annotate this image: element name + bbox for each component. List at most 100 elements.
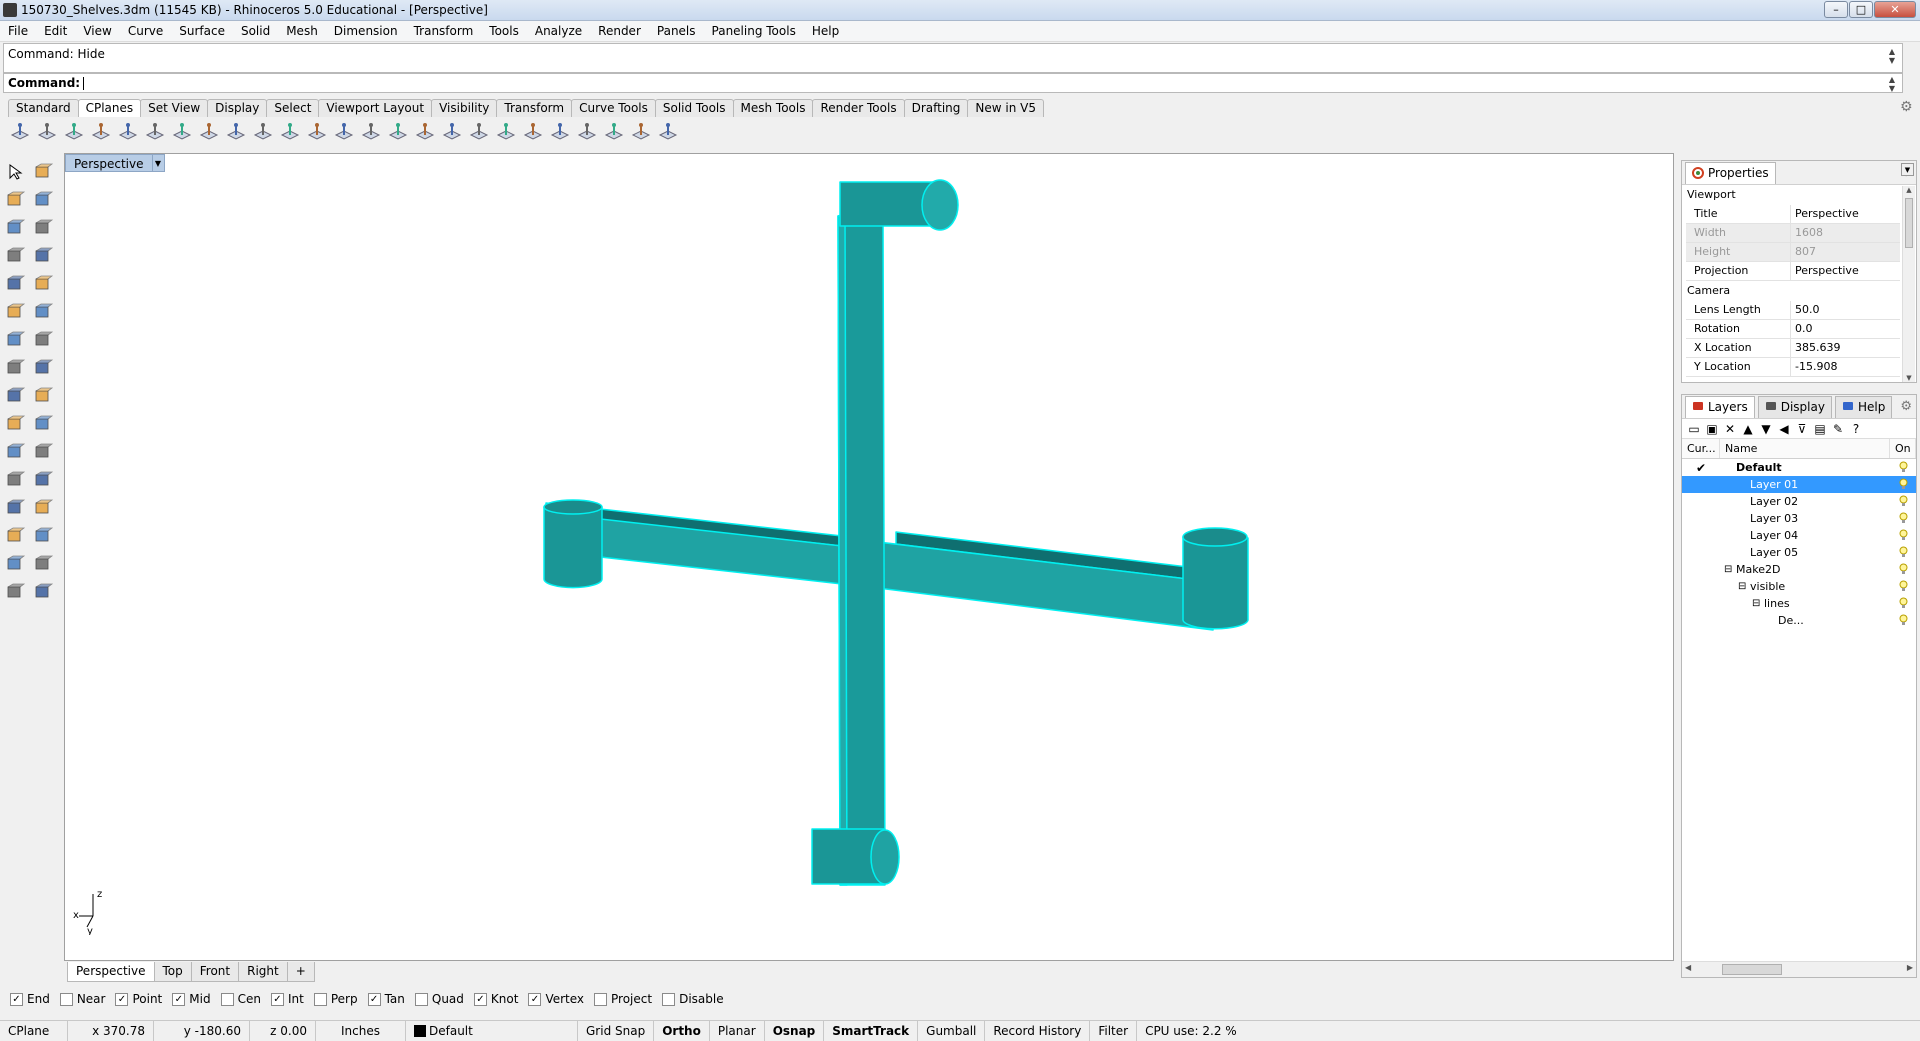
explode-icon[interactable] [3, 384, 27, 408]
cplane-sphere-icon[interactable] [62, 119, 86, 143]
model-geometry[interactable] [65, 154, 1674, 961]
osnap-near[interactable]: Near [59, 992, 105, 1006]
viewport-menu-arrow-icon[interactable]: ▼ [152, 154, 165, 172]
cplane-object-icon[interactable] [89, 119, 113, 143]
cplane-origin-icon[interactable] [35, 119, 59, 143]
ortho-toggle[interactable]: Ortho [654, 1020, 710, 1041]
perspective-viewport[interactable]: Perspective ▼ z x y [64, 153, 1674, 961]
cplane-perpendicular-icon[interactable] [224, 119, 248, 143]
menu-view[interactable]: View [75, 21, 119, 42]
panel-tab-layers[interactable]: Layers [1685, 395, 1755, 418]
cplane-x-axis-icon[interactable] [170, 119, 194, 143]
line-icon[interactable] [31, 188, 55, 212]
lightbulb-icon[interactable] [1899, 495, 1908, 510]
cplane-render-icon[interactable] [656, 119, 680, 143]
osnap-project-checkbox[interactable] [594, 992, 608, 1006]
projection-dropdown-icon[interactable]: ▼ [1901, 163, 1914, 176]
osnap-cen-checkbox[interactable] [220, 992, 234, 1006]
osnap-mid-checkbox[interactable]: ✓ [172, 992, 186, 1006]
scroll-down-icon[interactable]: ▼ [1903, 374, 1915, 382]
layer-row[interactable]: De... [1682, 612, 1916, 629]
osnap-int[interactable]: ✓ Int [270, 992, 304, 1006]
layer-row[interactable]: Layer 05 [1682, 544, 1916, 561]
gumball-toggle[interactable]: Gumball [918, 1020, 986, 1041]
units-indicator[interactable]: Inches [316, 1020, 406, 1041]
scroll-left-icon[interactable]: ◀ [1685, 963, 1691, 972]
lightbulb-icon[interactable] [1899, 512, 1908, 527]
menu-help[interactable]: Help [804, 21, 847, 42]
lightbulb-icon[interactable] [1899, 614, 1908, 629]
layer-name[interactable]: Layer 02 [1750, 495, 1798, 508]
extrude-icon[interactable] [31, 356, 55, 380]
cplane-save-icon[interactable] [386, 119, 410, 143]
left-cylinder-top[interactable] [543, 499, 603, 515]
polyline-icon[interactable] [3, 188, 27, 212]
filter-toggle[interactable]: Filter [1090, 1020, 1138, 1041]
history-scroll-arrows[interactable]: ▲ ▼ [1885, 47, 1899, 65]
tab-standard[interactable]: Standard [8, 99, 79, 117]
minimize-button[interactable]: – [1824, 1, 1848, 18]
split-icon[interactable] [31, 412, 55, 436]
menu-paneling-tools[interactable]: Paneling Tools [704, 21, 804, 42]
viewport-name[interactable]: Perspective [65, 154, 153, 172]
gumball-icon[interactable] [31, 524, 55, 548]
osnap-disable-checkbox[interactable] [662, 992, 676, 1006]
tab-curve-tools[interactable]: Curve Tools [571, 99, 656, 117]
close-button[interactable]: ✕ [1874, 1, 1916, 18]
move-up-icon[interactable]: ▲ [1741, 422, 1755, 436]
layer-expander-icon[interactable]: ⊟ [1738, 581, 1750, 592]
new-sublayer-icon[interactable]: ▣ [1705, 422, 1719, 436]
help-icon[interactable]: ? [1849, 422, 1863, 436]
current-layer-indicator[interactable]: Default [406, 1020, 578, 1041]
tab-drafting[interactable]: Drafting [903, 99, 969, 117]
osnap-disable[interactable]: Disable [662, 992, 724, 1006]
layer-name[interactable]: Layer 04 [1750, 529, 1798, 542]
layer-row[interactable]: ⊟ visible [1682, 578, 1916, 595]
layer-state-icon[interactable]: ▤ [1813, 422, 1827, 436]
properties-scrollbar[interactable]: ▲ ▼ [1902, 186, 1915, 382]
col-current[interactable]: Cur... [1682, 439, 1720, 458]
osnap-quad[interactable]: Quad [414, 992, 464, 1006]
menu-solid[interactable]: Solid [233, 21, 278, 42]
toolbar-gear-icon[interactable]: ⚙ [1900, 99, 1913, 115]
move-icon[interactable] [3, 412, 27, 436]
array-grid-icon[interactable] [3, 524, 27, 548]
properties-tab[interactable]: Properties [1685, 161, 1776, 184]
property-projection-value[interactable]: Perspective [1791, 262, 1900, 280]
osnap-project[interactable]: Project [594, 992, 652, 1006]
array-icon[interactable] [31, 440, 55, 464]
render-icon[interactable] [3, 580, 27, 604]
cplane-3-point-icon[interactable] [197, 119, 221, 143]
layer-row[interactable]: ⊟ lines [1682, 595, 1916, 612]
planar-toggle[interactable]: Planar [710, 1020, 765, 1041]
scroll-up-icon[interactable]: ▲ [1903, 186, 1915, 194]
tab-mesh-tools[interactable]: Mesh Tools [732, 99, 814, 117]
tab-new-in-v5[interactable]: New in V5 [967, 99, 1044, 117]
smarttrack-toggle[interactable]: SmartTrack [824, 1020, 919, 1041]
grid-snap-toggle[interactable]: Grid Snap [578, 1020, 655, 1041]
scroll-right-icon[interactable]: ▶ [1907, 963, 1913, 972]
cplane-elevation-icon[interactable] [116, 119, 140, 143]
layers-horizontal-scrollbar[interactable]: ◀ ▶ [1682, 961, 1916, 977]
osnap-toggle[interactable]: Osnap [765, 1020, 825, 1041]
lightbulb-icon[interactable] [1899, 597, 1908, 612]
property-rotation-value[interactable]: 0.0 [1791, 320, 1900, 338]
lightbulb-icon[interactable] [1899, 529, 1908, 544]
record-history-toggle[interactable]: Record History [985, 1020, 1091, 1041]
filter-icon[interactable]: ⊽ [1795, 422, 1809, 436]
shade-icon[interactable] [31, 580, 55, 604]
layer-row[interactable]: Layer 01 [1682, 476, 1916, 493]
fillet-curve-icon[interactable] [31, 468, 55, 492]
layer-name[interactable]: De... [1778, 614, 1804, 627]
tab-transform[interactable]: Transform [496, 99, 573, 117]
layers-gear-icon[interactable]: ⚙ [1900, 399, 1912, 414]
move-to-parent-icon[interactable]: ◀ [1777, 422, 1791, 436]
menu-curve[interactable]: Curve [120, 21, 171, 42]
layer-row[interactable]: ✔ Default [1682, 459, 1916, 476]
cplane-view-icon[interactable] [278, 119, 302, 143]
cplane-next-icon[interactable] [575, 119, 599, 143]
tab-viewport-layout[interactable]: Viewport Layout [318, 99, 433, 117]
curve-fillet-icon[interactable] [31, 272, 55, 296]
cplane-world-top-icon[interactable] [8, 119, 32, 143]
viewport-tab-top[interactable]: Top [153, 962, 192, 982]
